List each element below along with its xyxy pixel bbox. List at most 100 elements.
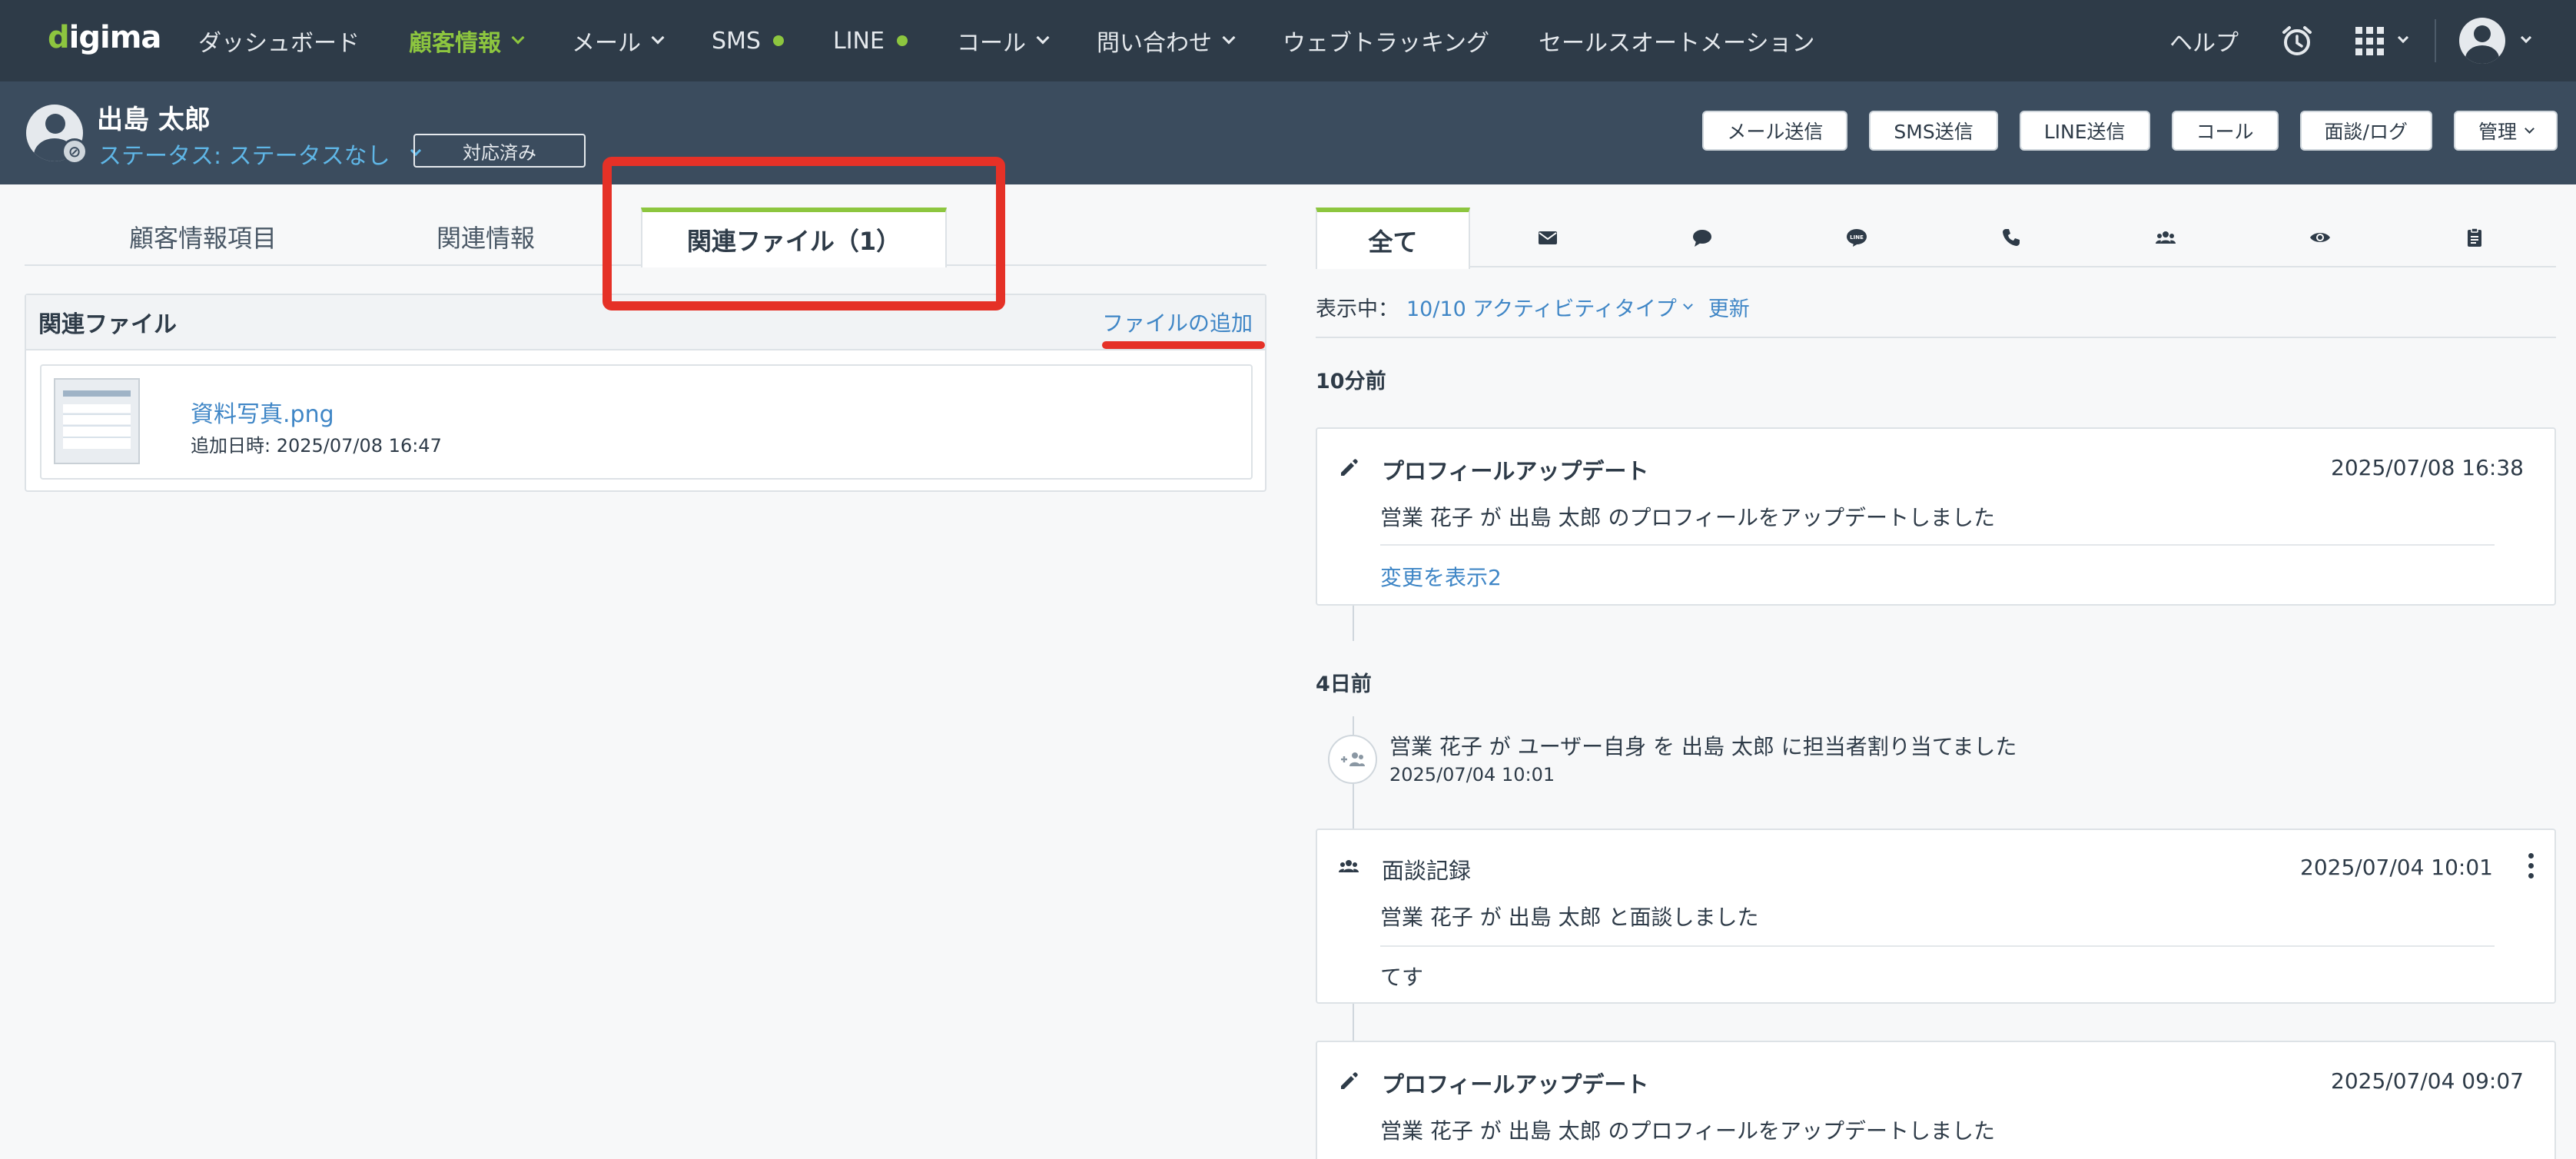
assign-user-icon <box>1341 752 1365 766</box>
annotation-underline <box>1102 341 1265 349</box>
activity-type-dropdown[interactable]: 10/10 アクティビティタイプ <box>1406 292 1693 322</box>
line-icon: LINE <box>1846 229 1867 247</box>
files-panel-title: 関連ファイル <box>38 311 177 338</box>
nav-item-web-tracking[interactable]: ウェブトラッキング <box>1283 24 1489 58</box>
tab-line[interactable]: LINE <box>1779 208 1934 267</box>
file-list-item[interactable]: 資料写真.png 追加日時: 2025/07/08 16:47 <box>40 364 1253 480</box>
divider <box>1380 945 2495 947</box>
activity-card-profile-update: プロフィールアップデート 2025/07/04 09:07 営業 花子 が 出島… <box>1316 1041 2556 1159</box>
tab-customer-fields[interactable]: 顧客情報項目 <box>55 208 350 266</box>
activity-date: 2025/07/04 10:01 <box>2300 855 2493 880</box>
meeting-log-button[interactable]: 面談/ログ <box>2299 111 2432 151</box>
chevron-down-icon <box>2525 124 2535 134</box>
user-avatar-icon[interactable] <box>2459 18 2505 64</box>
alarm-clock-icon[interactable] <box>2280 24 2314 58</box>
tab-chat[interactable] <box>1625 208 1779 267</box>
timeline-assignment-text: 営業 花子 が ユーザー自身 を 出島 太郎 に担当者割り当てました <box>1389 734 2017 759</box>
file-name-link[interactable]: 資料写真.png <box>191 395 334 429</box>
file-thumbnail[interactable] <box>54 378 140 464</box>
timeline-line <box>1353 1004 1354 1041</box>
phone-icon <box>2002 229 2020 246</box>
svg-text:LINE: LINE <box>1850 234 1864 241</box>
chevron-down-icon <box>1222 31 1236 45</box>
tab-all[interactable]: 全て <box>1316 208 1470 269</box>
mail-icon <box>1538 231 1557 244</box>
clipboard-icon <box>2467 227 2481 247</box>
chevron-down-icon <box>1036 31 1050 45</box>
help-link[interactable]: ヘルプ <box>2169 24 2239 58</box>
timeline-assignment-date: 2025/07/04 10:01 <box>1389 764 1555 785</box>
chevron-down-icon[interactable] <box>2397 32 2409 44</box>
send-sms-button[interactable]: SMS送信 <box>1869 111 1998 151</box>
pencil-icon <box>1341 1072 1358 1089</box>
annotation-highlight-box <box>603 157 1005 311</box>
activity-date: 2025/07/08 16:38 <box>2331 455 2524 480</box>
nav-item-line[interactable]: LINE <box>833 28 908 55</box>
nav-item-sales-automation[interactable]: セールスオートメーション <box>1539 24 1814 58</box>
activity-date: 2025/07/04 09:07 <box>2331 1068 2524 1094</box>
nav-item-dashboard[interactable]: ダッシュボード <box>198 24 360 58</box>
divider <box>1380 544 2495 546</box>
main-menu: ダッシュボード 顧客情報 メール SMS LINE コール 問い合わせ ウェブト… <box>198 0 1864 81</box>
nav-item-mail[interactable]: メール <box>572 24 665 58</box>
add-file-link[interactable]: ファイルの追加 <box>1102 307 1253 337</box>
refresh-link[interactable]: 更新 <box>1708 292 1750 322</box>
activity-title: プロフィールアップデート <box>1382 458 1649 484</box>
activity-title: 面談記録 <box>1382 858 1472 884</box>
chevron-down-icon <box>1682 300 1693 310</box>
no-status-badge-icon: ⊘ <box>61 138 88 164</box>
tab-notes[interactable] <box>2397 208 2551 267</box>
send-mail-button[interactable]: メール送信 <box>1702 111 1848 151</box>
activity-body: 営業 花子 が 出島 太郎 のプロフィールをアップデートしました <box>1380 505 1995 530</box>
customer-header: ⊘ 出島 太郎 ステータス: ステータスなし 対応済み メール送信 SMS送信 … <box>0 81 2576 184</box>
chevron-down-icon <box>651 31 665 45</box>
timeline-group-label: 10分前 <box>1316 370 1386 394</box>
tab-mail[interactable] <box>1470 208 1625 267</box>
timeline-line <box>1353 606 1354 641</box>
chat-icon <box>1692 230 1711 247</box>
activity-body: 営業 花子 が 出島 太郎 のプロフィールをアップデートしました <box>1380 1118 1995 1144</box>
more-options-icon[interactable] <box>2528 853 2535 878</box>
nav-item-sms[interactable]: SMS <box>712 28 784 55</box>
digima-logo[interactable]: digima <box>48 20 161 55</box>
show-changes-link[interactable]: 変更を表示2 <box>1380 561 1502 592</box>
tab-meeting[interactable] <box>2088 208 2242 267</box>
activity-card-profile-update: プロフィールアップデート 2025/07/08 16:38 営業 花子 が 出島… <box>1316 427 2556 606</box>
activity-card-meeting: 面談記録 2025/07/04 10:01 営業 花子 が 出島 太郎 と面談し… <box>1316 829 2556 1004</box>
activity-filter: 表示中： 10/10 アクティビティタイプ 更新 <box>1316 292 2556 338</box>
timeline-group-label: 4日前 <box>1316 672 1372 696</box>
status-dot-icon <box>772 35 784 46</box>
tab-phone[interactable] <box>1934 208 2088 267</box>
nav-item-inquiry[interactable]: 問い合わせ <box>1097 24 1236 58</box>
apps-grid-icon[interactable] <box>2355 26 2384 55</box>
customer-actions: メール送信 SMS送信 LINE送信 コール 面談/ログ 管理 <box>1681 111 2558 151</box>
activity-tabs: 全て LINE <box>1316 208 2556 269</box>
meeting-icon <box>1339 860 1359 872</box>
meeting-icon <box>2155 231 2176 244</box>
chevron-down-icon[interactable] <box>2520 32 2532 44</box>
eye-icon <box>2309 233 2330 242</box>
activity-title: プロフィールアップデート <box>1382 1071 1649 1098</box>
status-dropdown[interactable]: ステータス: ステータスなし <box>98 137 421 171</box>
file-added-date: 追加日時: 2025/07/08 16:47 <box>191 435 442 457</box>
nav-item-customers[interactable]: 顧客情報 <box>409 24 525 58</box>
top-nav: digima ダッシュボード 顧客情報 メール SMS LINE コール 問い合… <box>0 0 2576 81</box>
tab-view[interactable] <box>2242 208 2397 267</box>
timeline-node <box>1328 735 1377 784</box>
nav-right: ヘルプ <box>2169 0 2532 81</box>
customer-name: 出島 太郎 <box>97 105 211 135</box>
mark-handled-button[interactable]: 対応済み <box>413 134 586 168</box>
call-button[interactable]: コール <box>2171 111 2279 151</box>
chevron-down-icon <box>511 31 525 45</box>
related-files-panel: 関連ファイル ファイルの追加 資料写真.png 追加日時: 2025/07/08… <box>25 294 1266 492</box>
tab-related-info[interactable]: 関連情報 <box>363 208 609 266</box>
filter-label: 表示中： <box>1316 297 1399 321</box>
meeting-note: てす <box>1380 965 1424 990</box>
timeline-line <box>1353 716 1354 735</box>
manage-button[interactable]: 管理 <box>2453 111 2558 151</box>
status-dot-icon <box>896 35 908 46</box>
divider <box>2435 19 2436 62</box>
send-line-button[interactable]: LINE送信 <box>2019 111 2150 151</box>
nav-item-call[interactable]: コール <box>957 24 1050 58</box>
pencil-icon <box>1341 459 1358 476</box>
